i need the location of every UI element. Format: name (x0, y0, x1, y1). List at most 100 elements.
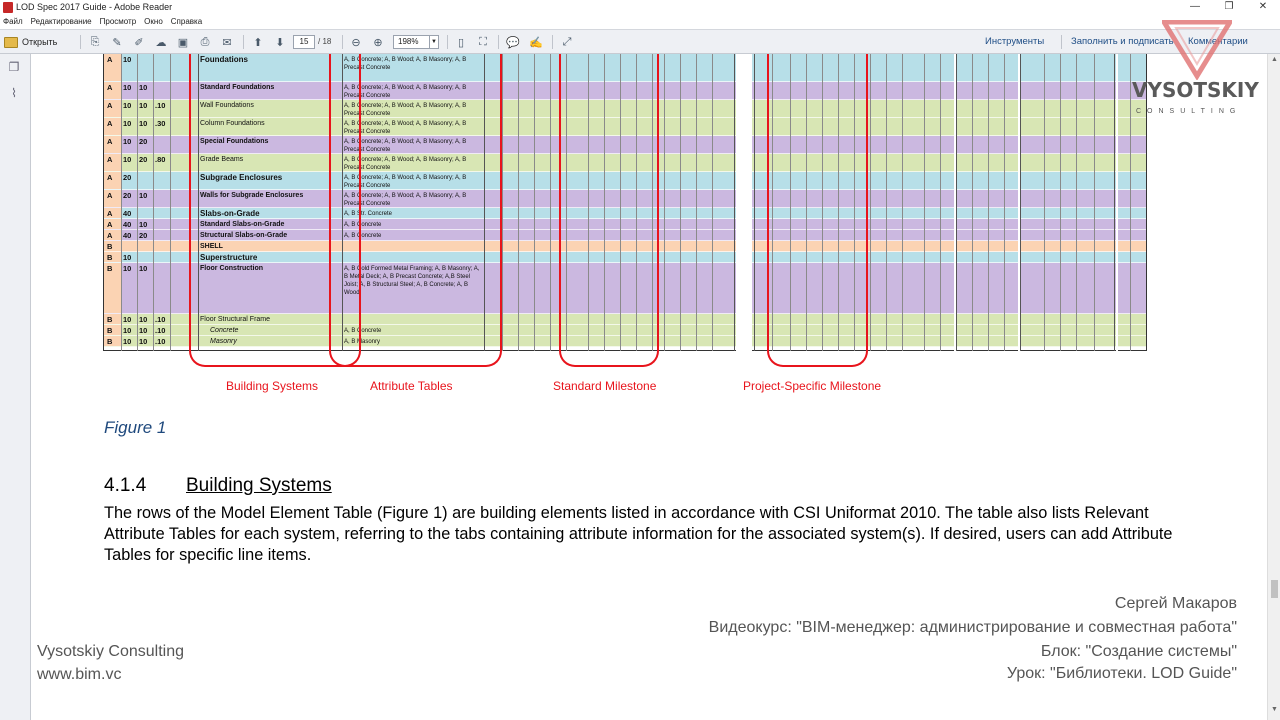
section-title: Building Systems (186, 475, 332, 496)
table-grid-line (972, 54, 973, 351)
cell-level-c: 10 (139, 101, 148, 110)
cloud-upload-icon[interactable]: ☁ (153, 34, 169, 50)
scroll-thumb[interactable] (1271, 580, 1278, 598)
table-grid-line (886, 54, 887, 351)
separator (80, 35, 81, 49)
cell-level-d: .10 (155, 337, 166, 346)
cell-level-c (137, 208, 153, 218)
cell-level-b: 10 (123, 137, 132, 146)
cell-level-a: B (104, 314, 121, 324)
print-icon[interactable]: ⎙ (197, 34, 213, 50)
overlay-company: Vysotskiy Consulting (37, 643, 185, 660)
email-icon[interactable]: ✉ (219, 34, 235, 50)
separator (498, 35, 499, 49)
cell-level-c: 10 (139, 119, 148, 128)
cell-level-c: 10 (139, 315, 148, 324)
restore-button[interactable]: ❐ (1212, 0, 1246, 15)
cell-level-d (153, 172, 170, 189)
callout-standard-milestone (559, 54, 659, 367)
callout-attribute-tables (329, 54, 502, 367)
menu-view[interactable]: Просмотр (100, 15, 137, 29)
cell-level-c: 20 (139, 231, 148, 240)
table-grid-line (680, 54, 681, 351)
cell-level-b: 10 (123, 326, 132, 335)
cell-level-d (153, 54, 170, 81)
menu-window[interactable]: Окно (144, 15, 163, 29)
separator (1061, 35, 1062, 49)
cell-level-b: 10 (123, 264, 132, 273)
table-grid-line (121, 54, 122, 351)
figure-caption: Figure 1 (104, 418, 167, 437)
cell-level-a: A (104, 208, 121, 218)
zoom-out-icon[interactable]: ⊖ (348, 34, 364, 50)
open-button[interactable]: Открыть (4, 34, 68, 50)
overlay-site: www.bim.vc (37, 666, 122, 683)
chevron-down-icon: ▼ (429, 36, 438, 48)
cell-level-c: 10 (139, 220, 148, 229)
table-grid-line (170, 54, 171, 351)
cell-level-c: 10 (139, 264, 148, 273)
table-grid-line (534, 54, 535, 351)
cell-level-d (153, 208, 170, 218)
navigation-pane: ❐ ⌇ (0, 54, 31, 720)
scroll-up-icon[interactable]: ▲ (1268, 56, 1280, 68)
pages-icon[interactable]: ❐ (7, 60, 21, 76)
table-grid-line (1094, 54, 1095, 351)
cell-level-b: 10 (123, 253, 132, 262)
fullscreen-icon[interactable]: ⤢ (559, 34, 575, 50)
table-grid-line (754, 54, 755, 351)
window-title: LOD Spec 2017 Guide - Adobe Reader (16, 2, 173, 12)
cell-level-d: .30 (155, 119, 166, 128)
zoom-select[interactable]: 198% ▼ (393, 35, 439, 49)
table-gap-column (1116, 54, 1118, 351)
table-grid-line (988, 54, 989, 351)
table-grid-line (664, 54, 665, 351)
overlay-lesson: Урок: "Библиотеки. LOD Guide" (1006, 665, 1237, 682)
cell-level-a: A (104, 82, 121, 99)
table-grid-line (696, 54, 697, 351)
table-grid-line (502, 54, 503, 351)
page-number-input[interactable]: 15 (293, 35, 315, 49)
cell-level-d (153, 241, 170, 251)
fit-width-icon[interactable]: ⛶ (475, 34, 491, 50)
cell-level-d: .80 (155, 155, 166, 164)
separator (552, 35, 553, 49)
attachment-icon[interactable]: ⌇ (7, 86, 21, 102)
cell-level-c: 10 (139, 83, 148, 92)
cell-level-c (137, 252, 153, 262)
menu-file[interactable]: Файл (3, 15, 23, 29)
table-grid-line (902, 54, 903, 351)
folder-icon (4, 36, 18, 48)
close-button[interactable]: ✕ (1246, 0, 1280, 15)
previous-page-icon[interactable]: ⬆ (250, 34, 266, 50)
logo-word: VYSOTSKIY (1132, 78, 1259, 102)
cell-level-d: .10 (155, 326, 166, 335)
table-grid-line (1076, 54, 1077, 351)
cell-level-a: B (104, 325, 121, 335)
zoom-in-icon[interactable]: ⊕ (370, 34, 386, 50)
create-pdf-icon[interactable]: ⎘ (87, 34, 103, 50)
open-label: Открыть (22, 37, 58, 47)
next-page-icon[interactable]: ⬇ (272, 34, 288, 50)
highlight-icon[interactable]: ✍ (528, 34, 544, 50)
cell-level-a: B (104, 252, 121, 262)
menu-bar: Файл Редактирование Просмотр Окно Справк… (0, 15, 1280, 29)
overlay-block: Блок: "Создание системы" (1040, 643, 1237, 660)
table-grid-line (956, 54, 957, 351)
convert-icon[interactable]: ✎ (109, 34, 125, 50)
fit-page-icon[interactable]: ▯ (453, 34, 469, 50)
vertical-scrollbar[interactable]: ▲ ▼ (1267, 54, 1280, 720)
cell-level-a: B (104, 336, 121, 346)
cell-level-c: 20 (139, 155, 148, 164)
tools-link[interactable]: Инструменты (985, 34, 1044, 50)
cell-level-d (153, 263, 170, 313)
cell-level-b: 10 (123, 55, 132, 64)
scroll-down-icon[interactable]: ▼ (1268, 706, 1280, 718)
minimize-button[interactable]: — (1178, 0, 1212, 15)
comment-icon[interactable]: 💬 (505, 34, 521, 50)
logo-v-icon (1162, 20, 1232, 80)
edit-icon[interactable]: ✐ (131, 34, 147, 50)
menu-help[interactable]: Справка (171, 15, 202, 29)
save-icon[interactable]: ▣ (175, 34, 191, 50)
menu-edit[interactable]: Редактирование (31, 15, 92, 29)
